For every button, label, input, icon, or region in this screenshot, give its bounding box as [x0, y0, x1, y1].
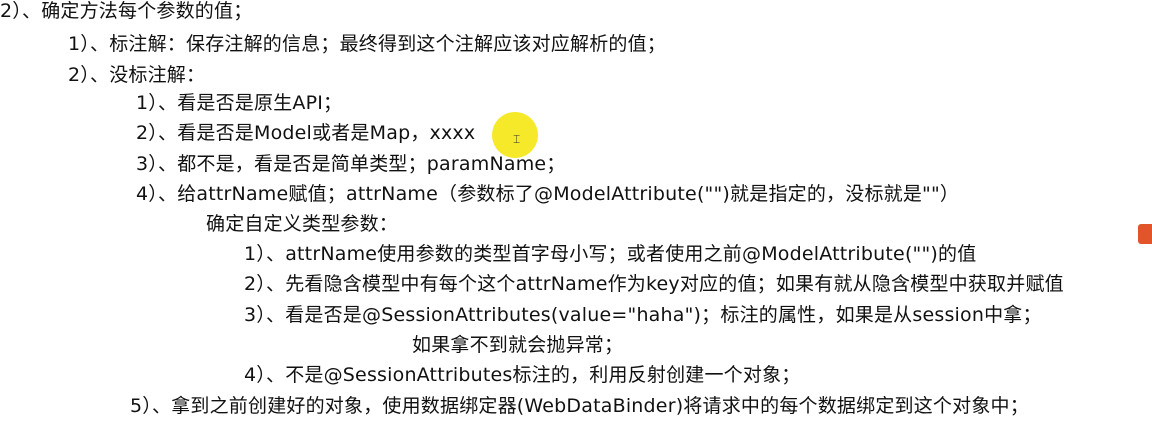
step-2-1-annotated: 1）、标注解：保存注解的信息；最终得到这个注解应该对应解析的值；	[68, 33, 666, 55]
custom-step-3: 3）、看是否是@SessionAttributes(value="haha")；…	[244, 304, 1042, 326]
step-2-2-3: 3）、都不是，看是否是简单类型；paramName；	[136, 153, 566, 175]
step-2-2-not-annotated: 2）、没标注解：	[68, 64, 206, 86]
custom-step-4: 4）、不是@SessionAttributes标注的，利用反射创建一个对象；	[244, 364, 801, 386]
cursor-icon: ⌶	[513, 132, 521, 146]
custom-type-param-heading: 确定自定义类型参数：	[206, 213, 399, 235]
step-2-2-4: 4）、给attrName赋值；attrName（参数标了@ModelAttrib…	[136, 183, 960, 205]
step-2-2-5: 5）、拿到之前创建好的对象，使用数据绑定器(WebDataBinder)将请求中…	[130, 395, 1029, 417]
custom-step-3-continuation: 如果拿不到就会抛异常；	[412, 334, 624, 356]
custom-step-2: 2）、先看隐含模型中有每个这个attrName作为key对应的值；如果有就从隐含…	[244, 273, 1064, 295]
side-app-icon[interactable]	[1138, 224, 1152, 244]
step-2-2-1: 1）、看是否是原生API；	[136, 92, 343, 114]
step-2-2-2: 2）、看是否是Model或者是Map，xxxx	[136, 122, 476, 144]
step-2-heading: 2）、确定方法每个参数的值；	[0, 0, 253, 22]
custom-step-1: 1）、attrName使用参数的类型首字母小写；或者使用之前@ModelAttr…	[244, 243, 977, 265]
